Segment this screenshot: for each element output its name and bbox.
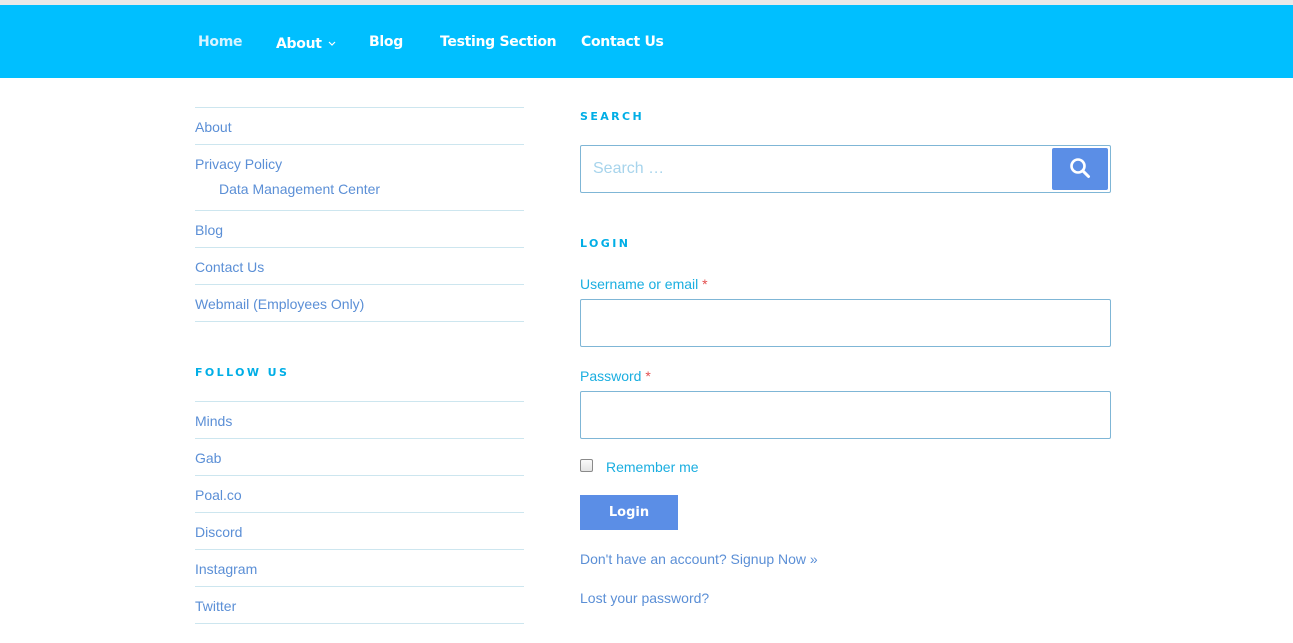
chevron-down-icon (328, 34, 336, 50)
follow-link-poal[interactable]: Poal.co (195, 487, 242, 503)
login-button[interactable]: Login (580, 495, 678, 530)
menu-link-blog[interactable]: Blog (195, 222, 223, 238)
list-item: Minds (195, 402, 524, 439)
nav-item-contact-us[interactable]: Contact Us (581, 34, 664, 50)
follow-us-heading: FOLLOW US (195, 366, 290, 379)
pages-menu: About Privacy Policy Data Management Cen… (195, 107, 524, 322)
list-item: Gab (195, 439, 524, 476)
nav-item-home[interactable]: Home (198, 34, 243, 50)
required-mark: * (645, 368, 651, 384)
list-item: About (195, 108, 524, 145)
password-label: Password * (580, 368, 1111, 384)
nav-item-about-label: About (276, 36, 322, 52)
menu-link-contact-us[interactable]: Contact Us (195, 259, 264, 275)
list-item: Twitter (195, 587, 524, 624)
main-navigation: Home About Blog Testing Section Contact … (0, 5, 1293, 78)
username-label: Username or email * (580, 276, 1111, 292)
nav-item-about[interactable]: About (276, 34, 336, 52)
search-form (580, 145, 1111, 193)
search-heading: SEARCH (580, 110, 645, 123)
remember-me-row: Remember me (580, 458, 1111, 475)
nav-item-blog[interactable]: Blog (369, 34, 403, 50)
follow-link-gab[interactable]: Gab (195, 450, 221, 466)
nav-item-testing-section[interactable]: Testing Section (440, 34, 557, 50)
follow-link-minds[interactable]: Minds (195, 413, 232, 429)
follow-link-discord[interactable]: Discord (195, 524, 242, 540)
right-sidebar: SEARCH LOGIN Username or email * Passwor… (580, 110, 1111, 606)
list-item: Instagram (195, 550, 524, 587)
menu-link-data-management-center[interactable]: Data Management Center (219, 181, 380, 197)
list-item: Discord (195, 513, 524, 550)
follow-link-instagram[interactable]: Instagram (195, 561, 257, 577)
password-field[interactable] (580, 391, 1111, 439)
search-button[interactable] (1052, 148, 1108, 190)
follow-menu: Minds Gab Poal.co Discord Instagram Twit… (195, 401, 524, 624)
remember-me-checkbox[interactable] (580, 458, 593, 472)
search-input[interactable] (581, 146, 1041, 192)
list-item: Privacy Policy Data Management Center (195, 145, 524, 211)
signup-link[interactable]: Don't have an account? Signup Now » (580, 551, 1111, 567)
username-label-text: Username or email (580, 276, 699, 292)
list-item: Webmail (Employees Only) (195, 285, 524, 322)
menu-link-webmail[interactable]: Webmail (Employees Only) (195, 296, 364, 312)
remember-me-label[interactable]: Remember me (606, 459, 699, 475)
follow-link-twitter[interactable]: Twitter (195, 598, 236, 614)
left-sidebar: About Privacy Policy Data Management Cen… (195, 107, 524, 624)
search-icon (1069, 157, 1091, 182)
login-heading: LOGIN (580, 237, 631, 250)
lost-password-link[interactable]: Lost your password? (580, 590, 1111, 606)
list-item: Contact Us (195, 248, 524, 285)
password-label-text: Password (580, 368, 642, 384)
menu-link-about[interactable]: About (195, 119, 232, 135)
list-item: Blog (195, 211, 524, 248)
list-item: Poal.co (195, 476, 524, 513)
required-mark: * (702, 276, 708, 292)
username-field[interactable] (580, 299, 1111, 347)
menu-link-privacy-policy[interactable]: Privacy Policy (195, 156, 282, 172)
